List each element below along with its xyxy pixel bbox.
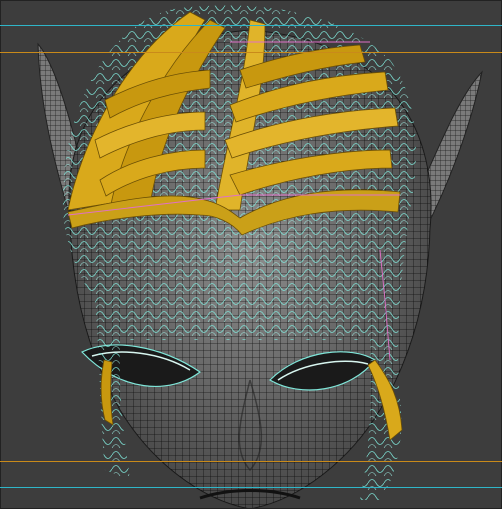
guide-line-bottom-orange <box>0 461 502 462</box>
guide-line-top-orange <box>0 52 502 53</box>
head-model-render <box>0 0 502 509</box>
guide-line-top-cyan <box>0 25 502 26</box>
guide-line-bottom-cyan <box>0 487 502 488</box>
3d-viewport[interactable] <box>0 0 502 509</box>
